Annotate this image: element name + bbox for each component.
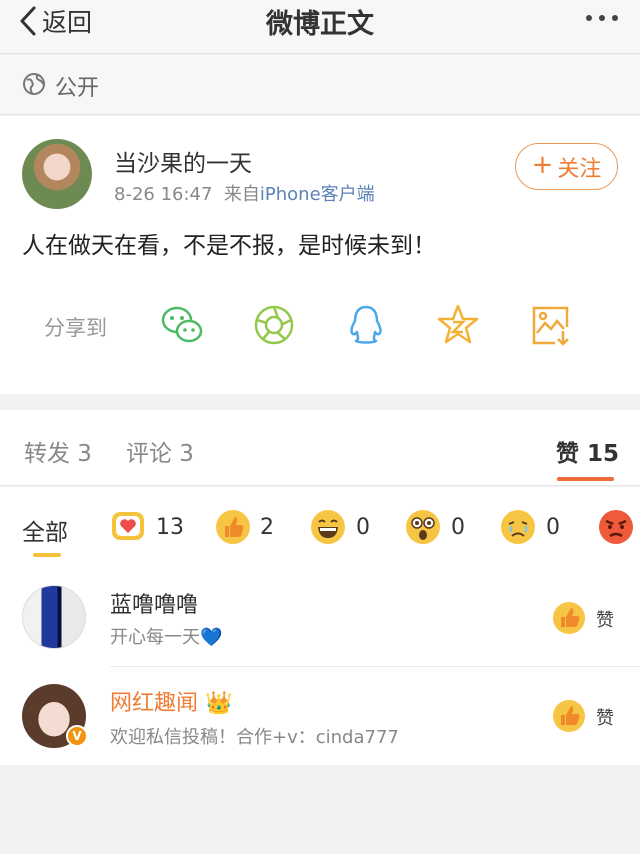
source-prefix: 来自 [223, 184, 260, 205]
share-label: 分享到 [44, 316, 107, 340]
verified-badge: V [66, 725, 88, 747]
tab-repost[interactable]: 转发 3 [24, 434, 92, 468]
avatar[interactable] [22, 585, 86, 649]
tab-like-count: 15 [587, 441, 620, 467]
thumbs-up-icon[interactable] [215, 509, 251, 545]
save-image-icon[interactable] [529, 303, 573, 347]
post-text: 人在做天在看，不是不报，是时候未到！ [22, 233, 436, 259]
angry-icon[interactable] [598, 509, 634, 545]
reaction-filter-indicator [33, 553, 61, 557]
globe-icon [23, 73, 45, 95]
nav-bar: 返回 微博正文 [0, 0, 640, 54]
like-label[interactable]: 赞 [596, 606, 614, 632]
like-label[interactable]: 赞 [596, 704, 614, 730]
reaction-count: 0 [451, 515, 465, 540]
liker-desc: 欢迎私信投稿！合作+v：cinda777 [110, 727, 399, 748]
tab-like[interactable]: 赞 15 [556, 434, 619, 468]
wechat-icon[interactable] [160, 303, 204, 347]
reaction-filter-bar: 全部 13 2 0 0 0 [0, 487, 640, 565]
follow-label: 关注 [557, 156, 602, 182]
tab-comment[interactable]: 评论 3 [126, 434, 194, 468]
laugh-icon[interactable] [310, 509, 346, 545]
surprised-icon[interactable] [405, 509, 441, 545]
source-app[interactable]: iPhone客户端 [260, 184, 375, 205]
liker-desc: 开心每一天💙 [110, 627, 223, 648]
page-title: 微博正文 [266, 9, 374, 40]
reaction-count: 0 [546, 515, 560, 540]
row-divider [110, 666, 640, 667]
more-icon[interactable] [586, 15, 618, 21]
tab-like-label: 赞 [556, 441, 579, 467]
post-meta: 8-26 16:47 来自iPhone客户端 [114, 180, 375, 206]
qq-icon[interactable] [344, 303, 388, 347]
author-avatar[interactable] [22, 139, 92, 209]
sad-icon[interactable] [500, 509, 536, 545]
plus-icon: + [531, 150, 554, 180]
visibility-bar: 公开 [0, 55, 640, 115]
post-time: 8-26 16:47 [114, 184, 213, 205]
crown-icon: 👑 [205, 691, 233, 716]
post-card: 当沙果的一天 8-26 16:47 来自iPhone客户端 + 关注 人在做天在… [0, 116, 640, 394]
thumbs-up-icon[interactable] [552, 601, 586, 635]
reaction-filter-all[interactable]: 全部 [22, 513, 68, 547]
favorite-icon[interactable] [436, 303, 480, 347]
liker-name[interactable]: 蓝噜噜噜 [110, 587, 198, 619]
thumbs-up-icon[interactable] [552, 699, 586, 733]
follow-button[interactable]: + 关注 [515, 143, 618, 190]
visibility-label: 公开 [55, 76, 100, 101]
heart-card-icon[interactable] [110, 509, 146, 545]
liker-name-text: 网红趣闻 [110, 691, 199, 716]
reaction-count: 13 [156, 515, 184, 540]
reaction-count: 0 [356, 515, 370, 540]
tab-like-indicator [557, 477, 614, 481]
reaction-count: 2 [260, 515, 274, 540]
moments-icon[interactable] [252, 303, 296, 347]
engagement-tabs: 转发 3 评论 3 赞 15 [0, 410, 640, 486]
liker-name[interactable]: 网红趣闻 👑 [110, 685, 232, 717]
author-name[interactable]: 当沙果的一天 [114, 144, 252, 178]
likers-list: 蓝噜噜噜 开心每一天💙 赞 V 网红趣闻 👑 欢迎私信投稿！合作+v：cinda… [0, 565, 640, 765]
